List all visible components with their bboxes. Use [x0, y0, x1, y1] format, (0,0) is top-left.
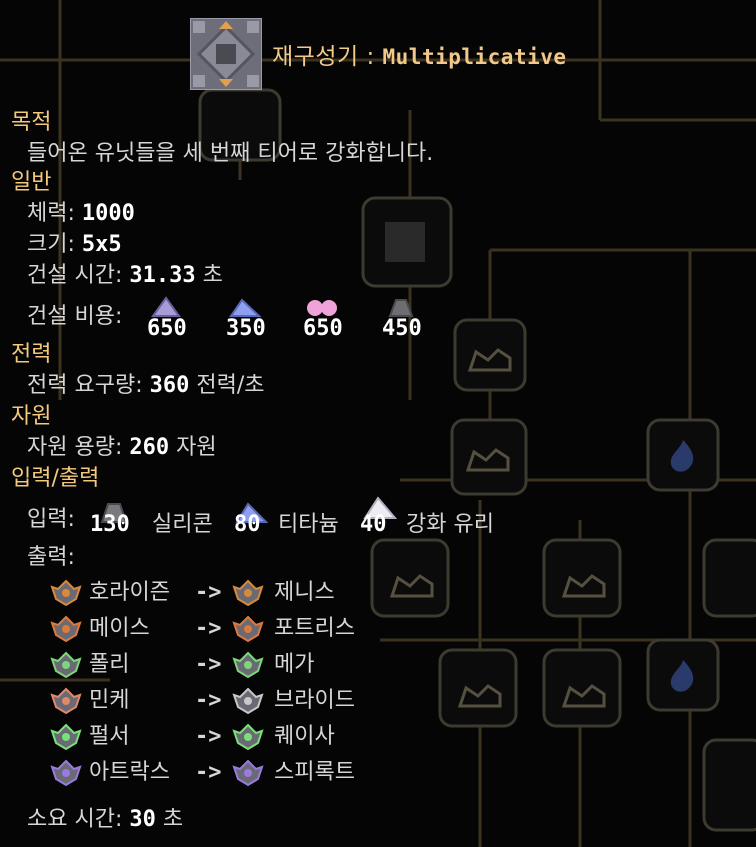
craft-time-unit: 초 — [162, 807, 184, 832]
upgrade-arrow: -> — [195, 688, 222, 713]
lead-icon — [151, 296, 181, 317]
unit-icon — [232, 579, 264, 607]
unit-icon — [232, 759, 264, 787]
input-plastanium-amount: 40 — [360, 512, 387, 537]
size-row: 크기: 5x5 — [27, 230, 122, 260]
purpose-heading: 목적 — [11, 110, 52, 135]
cost-titanium-amount: 350 — [226, 316, 266, 341]
upgrade-from-label: 아트락스 — [89, 760, 170, 785]
unit-icon — [232, 651, 264, 679]
input-plastanium-label: 강화 유리 — [406, 512, 494, 537]
output-label: 출력: — [27, 545, 75, 570]
block-title-prefix: 재구성기 : — [272, 44, 383, 70]
upgrade-to-label: 브라이드 — [274, 688, 355, 713]
upgrade-to-label: 포트리스 — [274, 616, 355, 641]
block-header: 재구성기 : Multiplicative — [190, 18, 567, 90]
unit-icon — [50, 615, 82, 643]
unit-icon — [232, 615, 264, 643]
upgrade-arrow: -> — [195, 616, 222, 641]
cost-silicon-amount: 450 — [382, 316, 422, 341]
build-time-value: 31.33 — [129, 263, 196, 288]
input-silicon-label: 실리콘 — [152, 512, 213, 537]
craft-time-row: 소요 시간: 30 초 — [27, 805, 183, 835]
build-time-row: 건설 시간: 31.33 초 — [27, 261, 223, 291]
size-label: 크기: — [27, 232, 75, 257]
build-time-unit: 초 — [202, 263, 223, 288]
capacity-unit: 자원 — [176, 435, 217, 460]
purpose-text: 들어온 유닛들을 세 번째 티어로 강화합니다. — [27, 141, 434, 166]
unit-icon — [50, 651, 82, 679]
upgrade-arrow: -> — [195, 760, 222, 785]
power-use-value: 360 — [149, 373, 190, 398]
capacity-value: 260 — [129, 435, 170, 460]
silicon-icon — [388, 299, 414, 317]
general-heading: 일반 — [11, 170, 52, 195]
upgrade-to-label: 제니스 — [274, 580, 335, 605]
upgrade-from-label: 호라이즌 — [89, 580, 170, 605]
build-time-label: 건설 시간: — [27, 263, 123, 288]
upgrade-to-label: 스피록트 — [274, 760, 355, 785]
power-use-row: 전력 요구량: 360 전력/초 — [27, 371, 265, 401]
unit-icon — [232, 723, 264, 751]
input-silicon-amount: 130 — [90, 512, 130, 537]
upgrade-from-label: 폴리 — [89, 652, 130, 677]
thorium-icon — [307, 300, 337, 316]
input-titanium-label: 티타늄 — [278, 512, 339, 537]
cost-thorium-amount: 650 — [303, 316, 343, 341]
upgrade-to-label: 메가 — [274, 652, 315, 677]
craft-time-label: 소요 시간: — [27, 807, 123, 832]
upgrade-arrow: -> — [195, 652, 222, 677]
io-heading: 입력/출력 — [11, 466, 100, 491]
power-heading: 전력 — [11, 342, 52, 367]
unit-icon — [50, 759, 82, 787]
input-label: 입력: — [27, 507, 75, 532]
block-title-name: Multiplicative — [382, 45, 567, 69]
cost-lead-amount: 650 — [147, 316, 187, 341]
capacity-label: 자원 용량: — [27, 435, 123, 460]
health-label: 체력: — [27, 201, 75, 226]
upgrade-from-label: 메이스 — [89, 616, 150, 641]
build-cost-label: 건설 비용: — [27, 304, 123, 329]
power-use-label: 전력 요구량: — [27, 373, 143, 398]
craft-time-value: 30 — [129, 807, 156, 832]
unit-icon — [232, 687, 264, 715]
unit-icon — [50, 723, 82, 751]
tech-tree-background — [0, 0, 756, 847]
power-use-unit: 전력/초 — [196, 373, 265, 398]
input-titanium-amount: 80 — [234, 512, 261, 537]
capacity-row: 자원 용량: 260 자원 — [27, 433, 217, 463]
health-row: 체력: 1000 — [27, 199, 135, 229]
size-value: 5x5 — [81, 232, 122, 257]
upgrade-arrow: -> — [195, 724, 222, 749]
block-title: 재구성기 : Multiplicative — [272, 37, 567, 71]
upgrade-to-label: 퀘이사 — [274, 724, 335, 749]
upgrade-from-label: 펄서 — [89, 724, 130, 749]
upgrade-from-label: 민케 — [89, 688, 130, 713]
health-value: 1000 — [81, 201, 135, 226]
titanium-icon — [229, 298, 262, 317]
reconstructor-block-icon — [190, 18, 262, 90]
upgrade-arrow: -> — [195, 580, 222, 605]
liquids-heading: 자원 — [11, 404, 52, 429]
unit-icon — [50, 579, 82, 607]
unit-icon — [50, 687, 82, 715]
